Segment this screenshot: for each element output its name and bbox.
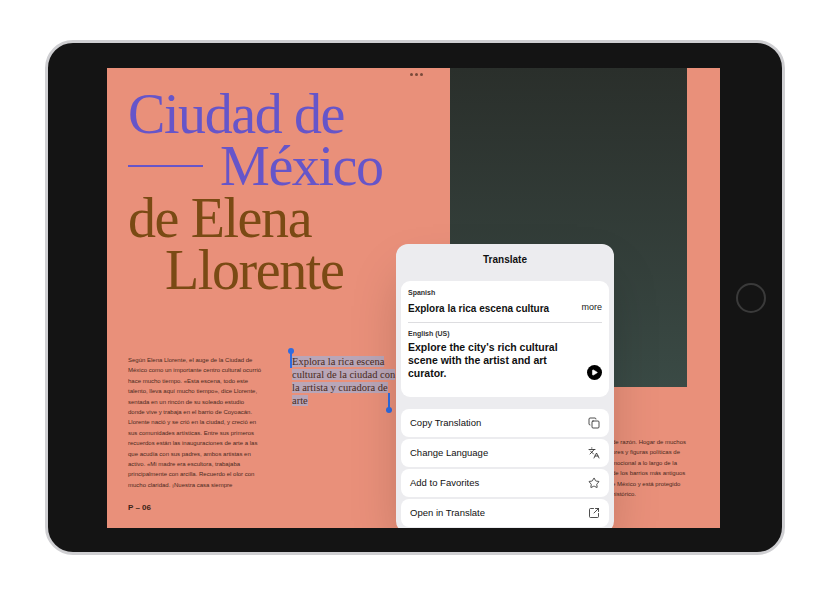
title-line: de Elena (128, 192, 415, 244)
multitasking-dots[interactable] (410, 73, 423, 76)
play-icon (591, 369, 598, 376)
action-row[interactable]: Change Language (401, 439, 609, 467)
divider (408, 322, 602, 323)
title-line: Ciudad de (128, 88, 415, 140)
action-row[interactable]: Open in Translate (401, 499, 609, 527)
copy-icon (588, 417, 600, 429)
action-list: Copy TranslationChange LanguageAdd to Fa… (401, 409, 609, 527)
title: Ciudad deMéxicode ElenaLlorente (128, 88, 415, 296)
body-row: Según Elena Llorente, el auge de la Ciud… (128, 355, 415, 490)
ipad: Ciudad deMéxicode ElenaLlorente Según Ele… (45, 40, 785, 555)
selection-end-handle[interactable] (388, 393, 390, 409)
title-rule (128, 165, 203, 167)
text-line: histórico. (612, 489, 720, 499)
right-column-text: de razón. Hogar de muchosores y figuras … (612, 437, 720, 499)
title-line: México (128, 140, 415, 192)
open-icon (588, 507, 600, 519)
page-number: P – 06 (128, 502, 415, 528)
screen: Ciudad deMéxicode ElenaLlorente Según Ele… (107, 68, 720, 528)
title-line: Llorente (128, 244, 415, 296)
action-row[interactable]: Add to Favorites (401, 469, 609, 497)
home-button[interactable] (736, 283, 766, 313)
text-line: e México y está protegido (612, 479, 720, 489)
selection-start-handle[interactable] (290, 352, 292, 368)
more-button[interactable]: more (581, 301, 602, 315)
text-line: de razón. Hogar de muchos (612, 437, 720, 447)
target-language: English (US) (408, 329, 602, 340)
source-text: Explora la rica escena cultura (408, 301, 578, 316)
translate-popup: Translate Spanish Explora la rica escena c… (396, 244, 614, 528)
text-line: de los barrios más antiguos (612, 468, 720, 478)
action-row[interactable]: Copy Translation (401, 409, 609, 437)
source-language: Spanish (408, 288, 602, 299)
body-text: Según Elena Llorente, el auge de la Ciud… (128, 355, 262, 490)
home-button-area (720, 68, 782, 528)
star-icon (588, 477, 600, 489)
translation-card: Spanish Explora la rica escena culturamor… (401, 281, 609, 397)
screenshot: Ciudad deMéxicode ElenaLlorente Según Ele… (0, 0, 831, 601)
target-text: Explore the city's rich cultural scene w… (408, 341, 583, 380)
text-line: mocional a lo largo de la (612, 458, 720, 468)
text-line: ores y figuras políticas de (612, 447, 720, 457)
left-page: Ciudad deMéxicode ElenaLlorente Según Ele… (107, 68, 415, 528)
pull-quote[interactable]: Explora la rica escena cultural de la ci… (292, 355, 396, 407)
language-icon (588, 447, 600, 459)
play-button[interactable] (587, 365, 602, 380)
popup-title: Translate (401, 244, 609, 273)
